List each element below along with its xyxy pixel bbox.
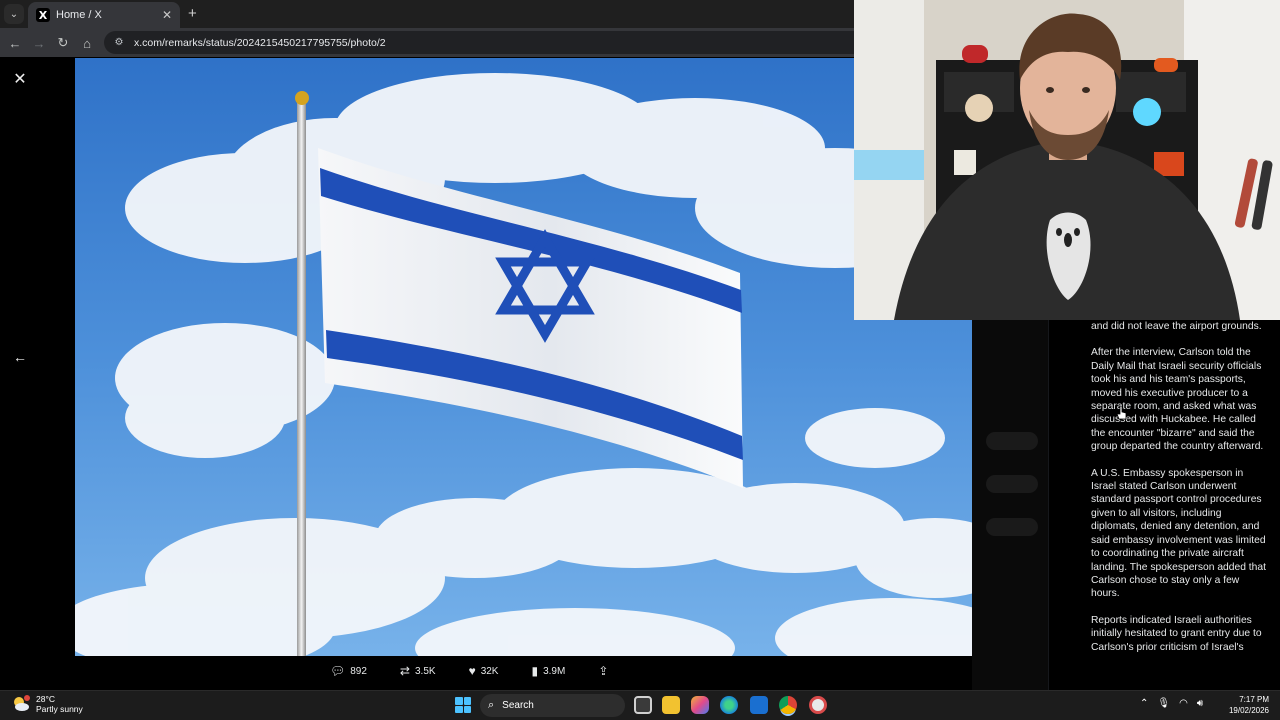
search-placeholder: Search [502, 700, 534, 711]
forward-arrow-icon[interactable]: → [29, 33, 49, 53]
microphone-icon[interactable]: 🎙︎ [1157, 698, 1170, 709]
wifi-icon[interactable]: ◠ [1179, 698, 1188, 709]
x-logo-icon: X [36, 8, 50, 22]
clock-date: 19/02/2026 [1228, 706, 1269, 715]
tab-title: Home / X [56, 9, 102, 21]
weather-text: 28°C Partly sunny [36, 694, 83, 714]
home-icon[interactable]: ⌂ [77, 33, 97, 53]
article-paragraph: After the interview, Carlson told the Da… [1091, 347, 1264, 453]
file-explorer-icon[interactable] [662, 696, 680, 714]
chrome-icon[interactable] [779, 696, 797, 714]
taskbar-search[interactable]: ⌕ Search [480, 694, 625, 717]
repost-count: 3.5K [414, 665, 436, 677]
tab-list-dropdown-icon[interactable]: ⌄ [4, 4, 24, 24]
windows-taskbar: 28°C Partly sunny ⌕ Search ⌃ 🎙︎ ◠ 🔊︎ 7:1… [0, 690, 1280, 720]
task-view-icon[interactable] [634, 696, 652, 714]
heart-icon: ♥ [468, 664, 476, 678]
tab-home-x[interactable]: X Home / X ✕ [28, 2, 180, 28]
weather-description: Partly sunny [36, 704, 83, 714]
share-button[interactable]: ⇪ [598, 664, 608, 678]
hand-cursor-icon [1117, 406, 1127, 420]
article-text: and did not leave the airport grounds. A… [1091, 320, 1266, 667]
like-count: 32K [480, 665, 499, 677]
like-button[interactable]: ♥ 32K [469, 664, 499, 678]
previous-photo-arrow-icon[interactable]: ← [10, 347, 30, 367]
article-paragraph: Reports indicated Israeli authorities in… [1091, 614, 1262, 653]
close-icon[interactable]: ✕ [10, 69, 30, 89]
volume-icon[interactable]: 🔊︎ [1197, 698, 1203, 709]
new-tab-icon[interactable]: + [188, 5, 197, 22]
article-paragraph: A U.S. Embassy spokesperson in Israel st… [1091, 467, 1266, 600]
taskbar-clock[interactable]: 7:17 PM 19/02/2026 [1225, 694, 1269, 716]
url-text: x.com/remarks/status/2024215450217795755… [134, 36, 386, 49]
post-photo-israeli-flag [75, 58, 972, 656]
views-button[interactable]: ▮ 3.9M [531, 664, 565, 678]
clock-time: 7:17 PM [1239, 695, 1269, 704]
flag-photo-illustration [75, 58, 972, 656]
article-panel: and did not leave the airport grounds. A… [1048, 320, 1280, 690]
reply-button[interactable]: 💬︎ 892 [330, 664, 367, 678]
chevron-up-icon[interactable]: ⌃ [1140, 698, 1148, 709]
repost-button[interactable]: ⇄ 3.5K [400, 664, 436, 678]
bar-chart-icon: ▮ [531, 664, 539, 678]
repost-icon: ⇄ [399, 664, 410, 678]
reply-count: 892 [350, 665, 367, 677]
comment-icon: 💬︎ [330, 664, 346, 678]
windows-start-icon[interactable] [455, 697, 471, 713]
article-paragraph: and did not leave the airport grounds. [1091, 321, 1262, 332]
webcam-overlay [854, 0, 1280, 320]
faded-follow-column [972, 320, 1048, 690]
search-icon: ⌕ [488, 699, 495, 711]
webcam-streamer-illustration [854, 0, 1280, 320]
follow-button-placeholder[interactable] [986, 432, 1038, 450]
edge-browser-icon[interactable] [720, 696, 738, 714]
tab-close-icon[interactable]: ✕ [162, 8, 172, 22]
partly-sunny-icon [12, 695, 30, 713]
system-tray: ⌃ 🎙︎ ◠ 🔊︎ [1140, 698, 1203, 709]
follow-button-placeholder[interactable] [986, 475, 1038, 493]
weather-temperature: 28°C [36, 694, 55, 704]
back-arrow-icon[interactable]: ← [5, 33, 25, 53]
outlook-icon[interactable] [750, 696, 768, 714]
app-notification-icon[interactable] [809, 696, 827, 714]
copilot-icon[interactable] [691, 696, 709, 714]
share-icon: ⇪ [598, 664, 609, 678]
view-count: 3.9M [543, 665, 566, 677]
reload-icon[interactable]: ↻ [53, 33, 73, 53]
post-action-bar: 💬︎ 892 ⇄ 3.5K ♥ 32K ▮ 3.9M ⇪ [330, 660, 641, 682]
weather-widget[interactable]: 28°C Partly sunny [12, 694, 83, 714]
follow-button-placeholder[interactable] [986, 518, 1038, 536]
site-info-icon[interactable]: ⚙ [112, 36, 126, 50]
